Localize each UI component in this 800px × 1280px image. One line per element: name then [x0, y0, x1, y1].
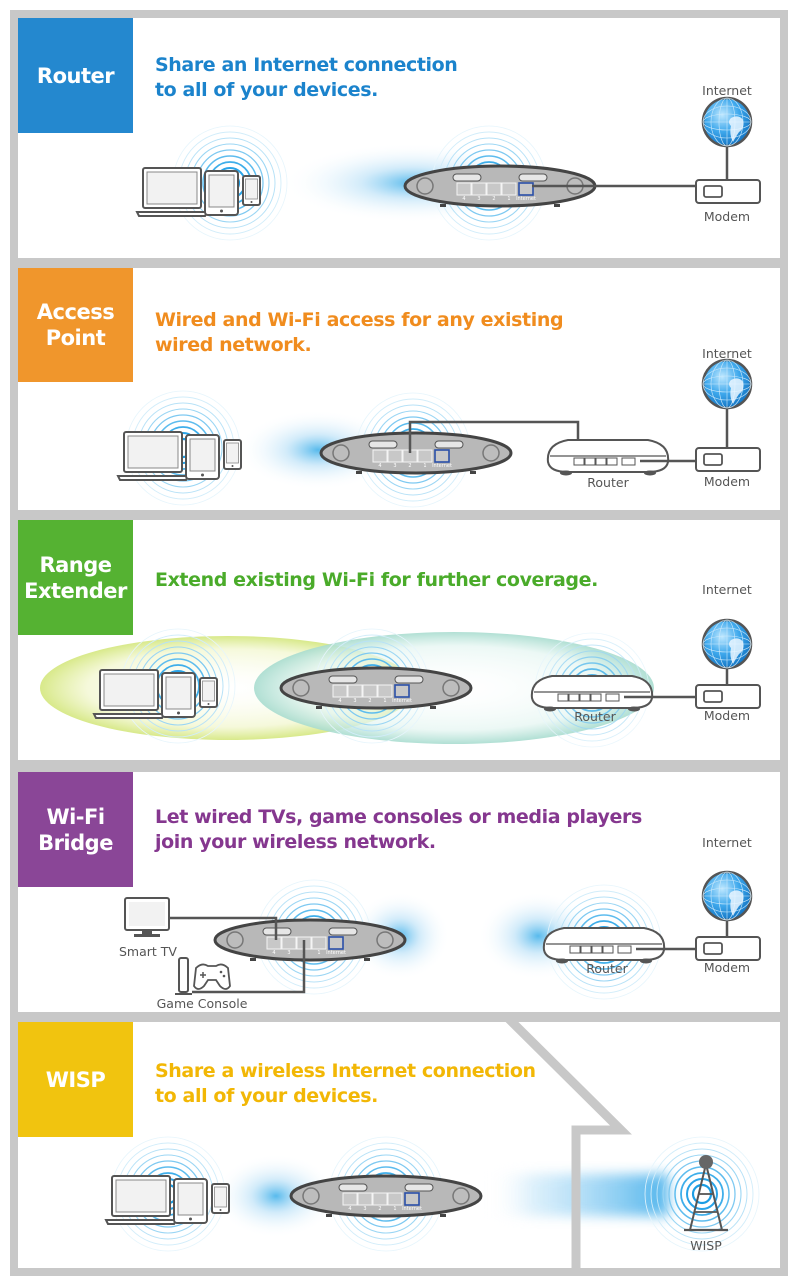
- wireless-device-icon: [105, 1175, 230, 1225]
- router-icon: [319, 431, 513, 476]
- mode-label-line-1: Access: [36, 300, 115, 324]
- panel-access-point: Internet Modem Router Access Point Wired…: [18, 268, 780, 510]
- panel-range-extender: Internet Modem Router Range Extender Ext…: [18, 520, 780, 760]
- modem-icon: [695, 447, 761, 472]
- panel-wisp: WISP WISP Share a wireless Internet conn…: [18, 1022, 780, 1268]
- mode-label-line-2: Extender: [24, 578, 127, 603]
- game-console-icon: [175, 957, 231, 995]
- mode-label: WISP: [45, 1067, 106, 1092]
- headline-line-1: Share a wireless Internet connection: [155, 1060, 536, 1082]
- headline: Wired and Wi-Fi access for any existing …: [155, 308, 564, 358]
- modem-label: Modem: [704, 960, 750, 975]
- mode-badge-access-point: Access Point: [18, 268, 133, 382]
- headline-line-1: Share an Internet connection: [155, 54, 458, 76]
- headline: Share a wireless Internet connection to …: [155, 1059, 536, 1109]
- modem-label: Modem: [704, 474, 750, 489]
- internet-label: Internet: [702, 83, 752, 98]
- headline: Let wired TVs, game consoles or media pl…: [155, 805, 642, 855]
- mode-label-line-1: Range: [39, 552, 112, 577]
- globe-icon: [701, 358, 753, 410]
- game-console-label: Game Console: [157, 996, 248, 1011]
- router-label: Router: [587, 475, 629, 490]
- router-label: Router: [586, 961, 628, 976]
- headline-line-2: to all of your devices.: [155, 1085, 378, 1107]
- headline-line-2: join your wireless network.: [155, 831, 436, 853]
- modem-label: Modem: [704, 708, 750, 723]
- mode-label: Router: [36, 63, 115, 88]
- headline-line-1: Let wired TVs, game consoles or media pl…: [155, 806, 642, 828]
- globe-icon: [701, 870, 753, 922]
- headline-line-1: Wired and Wi-Fi access for any existing: [155, 309, 564, 331]
- wisp-tower-label: WISP: [690, 1238, 722, 1253]
- globe-icon: [701, 96, 753, 148]
- router-icon: [213, 918, 407, 963]
- router-icon: [279, 666, 473, 711]
- panel-wifi-bridge: Smart TV Game Console Internet Modem Rou…: [18, 772, 780, 1012]
- modem-icon: [695, 179, 761, 204]
- headline-line-2: to all of your devices.: [155, 79, 378, 101]
- mode-label-line-2: Point: [45, 326, 106, 350]
- modem-icon: [695, 936, 761, 961]
- headline-line-1: Extend existing Wi-Fi for further covera…: [155, 569, 598, 591]
- internet-label: Internet: [702, 582, 752, 597]
- router-icon: [546, 439, 670, 477]
- mode-label-line-1: Wi-Fi: [46, 804, 105, 829]
- globe-icon: [701, 618, 753, 670]
- smart-tv-icon: [124, 897, 170, 937]
- mode-badge-wifi-bridge: Wi-Fi Bridge: [18, 772, 133, 887]
- panel-router: Internet Modem Router Share an Internet …: [18, 18, 780, 258]
- headline: Share an Internet connection to all of y…: [155, 53, 458, 103]
- smart-tv-label: Smart TV: [119, 944, 177, 959]
- wireless-device-icon: [117, 431, 242, 481]
- mode-badge-router: Router: [18, 18, 133, 133]
- router-icon: [289, 1174, 483, 1219]
- router-icon: [542, 927, 666, 965]
- router-icon: [530, 675, 654, 713]
- headline-line-2: wired network.: [155, 334, 312, 356]
- mode-badge-range-extender: Range Extender: [18, 520, 133, 635]
- modem-icon: [695, 684, 761, 709]
- mode-badge-wisp: WISP: [18, 1022, 133, 1137]
- headline: Extend existing Wi-Fi for further covera…: [155, 568, 598, 593]
- internet-label: Internet: [702, 835, 752, 850]
- mode-label-line-2: Bridge: [38, 830, 113, 855]
- router-label: Router: [574, 709, 616, 724]
- modem-label: Modem: [704, 209, 750, 224]
- internet-label: Internet: [702, 346, 752, 361]
